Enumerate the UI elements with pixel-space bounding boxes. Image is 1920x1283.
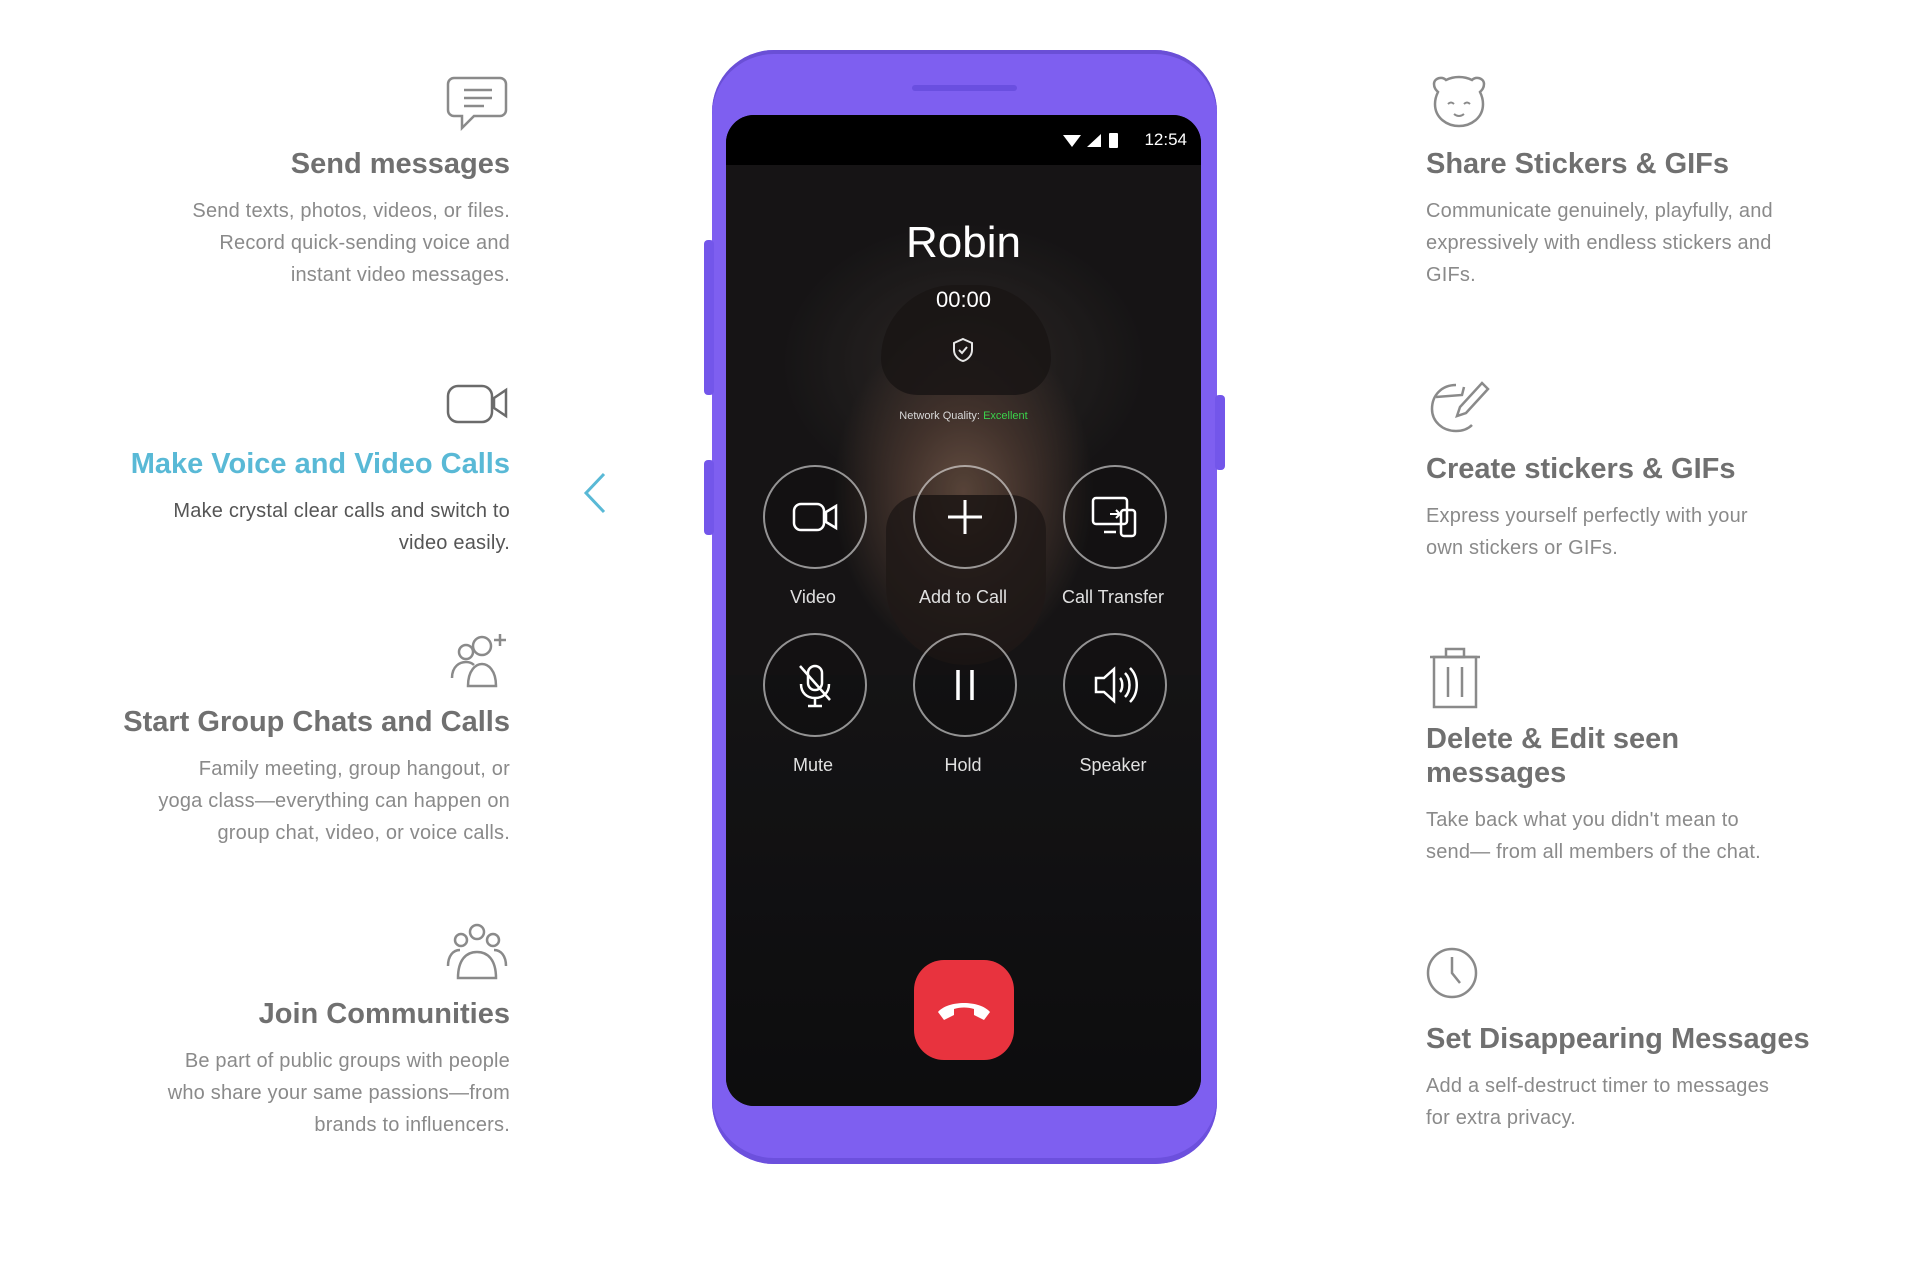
feature-share-stickers[interactable]: Share Stickers & GIFs Communicate genuin… (1426, 70, 1896, 291)
chat-bubble-icon (444, 70, 510, 136)
feature-description: Family meeting, group hangout, or yoga cl… (158, 758, 510, 844)
feature-title: Set Disappearing Messages (1426, 1023, 1810, 1055)
call-screen: 12:54 Robin 00:00 Network Quality: Excel… (726, 115, 1201, 1106)
call-transfer-label: Call Transfer (1061, 587, 1165, 607)
add-to-call-label: Add to Call (918, 587, 1008, 607)
community-icon (444, 920, 510, 986)
end-call-button[interactable] (914, 960, 1014, 1060)
caller-name: Robin (906, 218, 1021, 267)
phone-side-button (704, 460, 714, 535)
feature-description: Add a self-destruct timer to messages for… (1426, 1075, 1770, 1129)
feature-delete-edit[interactable]: Delete & Edit seen messages Take back wha… (1426, 645, 1896, 868)
feature-create-stickers[interactable]: Create stickers & GIFs Express yourself … (1426, 375, 1896, 564)
speaker-button[interactable] (1063, 633, 1167, 737)
clock-icon (1426, 945, 1492, 1011)
call-timer: 00:00 (935, 287, 992, 312)
pause-icon (956, 670, 974, 700)
feature-description: Express yourself perfectly with your own … (1426, 505, 1748, 559)
feature-title: Send messages (290, 148, 510, 180)
video-button[interactable] (763, 465, 867, 569)
feature-description: Communicate genuinely, playfully, and exp… (1426, 200, 1773, 286)
feature-description: Be part of public groups with people who … (167, 1050, 510, 1136)
feature-description: Take back what you didn't mean to send— f… (1426, 809, 1761, 863)
speaker-label: Speaker (1079, 755, 1147, 775)
feature-title: Share Stickers & GIFs (1426, 148, 1730, 180)
hold-label: Hold (944, 755, 982, 775)
phone-side-button (1215, 395, 1225, 470)
phone-mockup: 12:54 Robin 00:00 Network Quality: Excel… (704, 50, 1225, 1164)
speaker-icon (1094, 666, 1138, 704)
add-people-icon (444, 628, 510, 694)
feature-send-messages[interactable]: Send messages Send texts, photos, videos… (40, 70, 510, 291)
transfer-devices-icon (1091, 496, 1137, 538)
feature-description: Make crystal clear calls and switch to vi… (173, 500, 510, 554)
feature-title: Join Communities (258, 998, 510, 1030)
encryption-shield-icon (953, 337, 973, 363)
mic-off-icon (799, 664, 831, 708)
call-transfer-button[interactable] (1063, 465, 1167, 569)
video-button-label: Video (790, 587, 836, 607)
trash-icon (1426, 645, 1492, 711)
video-camera-icon (444, 370, 510, 436)
mute-label: Mute (792, 755, 834, 775)
feature-title: Create stickers & GIFs (1426, 453, 1736, 485)
feature-communities[interactable]: Join Communities Be part of public group… (40, 920, 510, 1141)
network-quality-label: Network Quality: (899, 410, 980, 422)
phone-speaker (912, 85, 1017, 91)
feature-description: Send texts, photos, videos, or files. Rec… (192, 200, 510, 286)
previous-arrow-icon[interactable] (580, 470, 610, 516)
feature-group-chats[interactable]: Start Group Chats and Calls Family meeti… (40, 628, 510, 849)
status-bar: 12:54 (726, 115, 1201, 165)
video-icon (792, 502, 838, 532)
phone-side-button (704, 240, 714, 395)
mute-button[interactable] (763, 633, 867, 737)
pencil-sticker-icon (1426, 375, 1492, 441)
hold-button[interactable] (913, 633, 1017, 737)
feature-title: Start Group Chats and Calls (123, 706, 510, 738)
network-quality: Network Quality: Excellent (726, 410, 1201, 422)
bear-sticker-icon (1426, 70, 1492, 136)
feature-title: Delete & Edit seen messages (1426, 723, 1680, 789)
feature-disappearing-messages[interactable]: Set Disappearing Messages Add a self-des… (1426, 945, 1896, 1134)
phone-hangup-icon (938, 1003, 990, 1020)
signal-battery-icon (1063, 133, 1118, 148)
network-quality-value: Excellent (983, 410, 1028, 422)
feature-title: Make Voice and Video Calls (130, 448, 510, 480)
feature-voice-video-calls[interactable]: Make Voice and Video Calls Make crystal … (40, 370, 510, 559)
add-to-call-button[interactable] (913, 465, 1017, 569)
plus-icon (948, 500, 982, 534)
status-time: 12:54 (1144, 130, 1187, 149)
